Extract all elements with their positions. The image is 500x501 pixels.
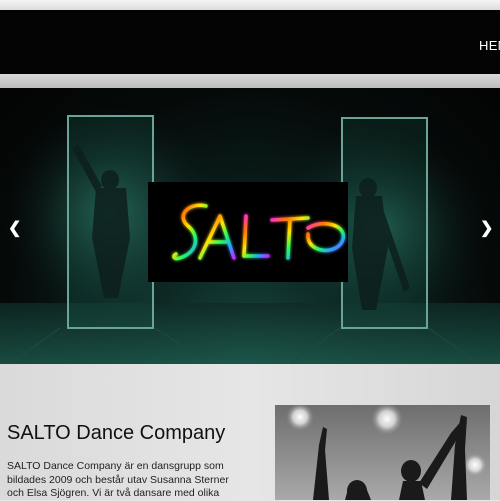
top-strip xyxy=(0,0,500,10)
page-title: SALTO Dance Company xyxy=(7,422,226,444)
header-divider xyxy=(0,74,500,88)
intro-paragraph: SALTO Dance Company är en dansgrupp som … xyxy=(7,460,229,499)
nav-item-home[interactable]: HEM xyxy=(479,38,500,53)
dancers-photo xyxy=(275,405,490,500)
hero-slider: ❮ ❯ xyxy=(0,88,500,364)
site-header: HEM xyxy=(0,10,500,74)
slider-prev-button[interactable]: ❮ xyxy=(8,218,21,238)
salto-logo xyxy=(148,182,348,282)
dancers-image xyxy=(275,405,490,500)
slider-next-button[interactable]: ❯ xyxy=(480,218,493,238)
